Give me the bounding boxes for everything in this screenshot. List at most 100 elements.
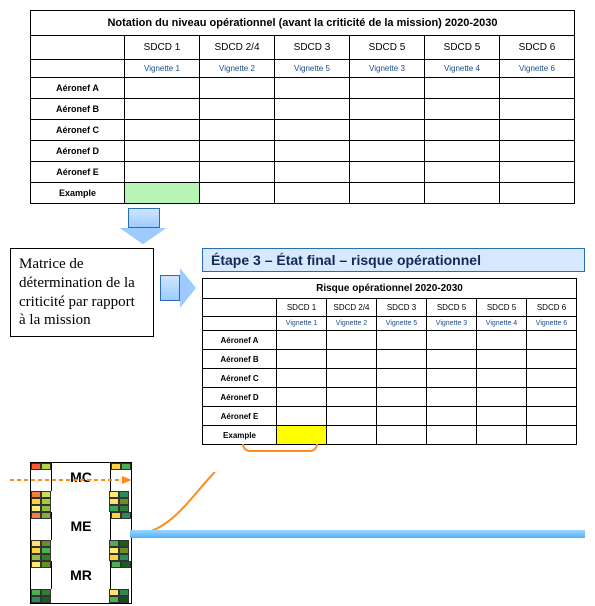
cell (427, 426, 477, 445)
table-row: Aéronef A (31, 78, 575, 99)
cell (277, 350, 327, 369)
cell (425, 183, 500, 204)
cell (277, 407, 327, 426)
row-header: Aéronef D (203, 388, 277, 407)
cell (427, 331, 477, 350)
cell (527, 369, 577, 388)
row-header: Aéronef B (31, 99, 125, 120)
cell (500, 99, 575, 120)
row-header: Aéronef A (31, 78, 125, 99)
table-row: Aéronef B (31, 99, 575, 120)
cell (277, 426, 327, 445)
cell (275, 99, 350, 120)
cell (275, 78, 350, 99)
arrow-down-icon (120, 208, 585, 244)
cell (500, 120, 575, 141)
table-row: Aéronef D (203, 388, 577, 407)
row-header: Aéronef B (203, 350, 277, 369)
table-row: Example (31, 183, 575, 204)
criticality-level-label: MC (51, 463, 111, 491)
cell (327, 407, 377, 426)
step3-title: Étape 3 – État final – risque opérationn… (202, 248, 585, 272)
table-row: Aéronef C (31, 120, 575, 141)
cell (277, 331, 327, 350)
cell (425, 141, 500, 162)
cell (350, 99, 425, 120)
table-row: Aéronef C (203, 369, 577, 388)
cell (327, 388, 377, 407)
cell (500, 78, 575, 99)
cell (277, 388, 327, 407)
cell (350, 141, 425, 162)
cell (350, 120, 425, 141)
cell (275, 141, 350, 162)
table1-title: Notation du niveau opérationnel (avant l… (31, 11, 575, 36)
cell (477, 407, 527, 426)
table-row: Aéronef E (31, 162, 575, 183)
cell (275, 162, 350, 183)
table2-col-headers: SDCD 1SDCD 2/4SDCD 3 SDCD 5SDCD 5SDCD 6 (203, 299, 577, 317)
cell (125, 78, 200, 99)
cell (477, 426, 527, 445)
table2-vignette-row: Vignette 1Vignette 2Vignette 5 Vignette … (203, 317, 577, 331)
cell (427, 407, 477, 426)
cell (477, 369, 527, 388)
criticality-level-label: MR (51, 561, 111, 589)
table1-vignette-row: Vignette 1Vignette 2Vignette 5 Vignette … (31, 60, 575, 78)
table-row: Aéronef E (203, 407, 577, 426)
criticality-matrix-label: Matrice de détermination de la criticité… (10, 248, 154, 337)
example-bracket-icon (242, 444, 318, 452)
cell (327, 350, 377, 369)
cell (527, 331, 577, 350)
cell (527, 350, 577, 369)
criticality-level-label: ME (51, 512, 111, 540)
cell (477, 350, 527, 369)
cell (427, 369, 477, 388)
row-header: Aéronef D (31, 141, 125, 162)
row-header: Aéronef E (203, 407, 277, 426)
cell (200, 183, 275, 204)
cell (377, 331, 427, 350)
cell (377, 369, 427, 388)
cell (275, 183, 350, 204)
table-row: Aéronef B (203, 350, 577, 369)
cell (125, 141, 200, 162)
cell (425, 162, 500, 183)
cell (125, 120, 200, 141)
cell (427, 388, 477, 407)
cell (125, 162, 200, 183)
cell (277, 369, 327, 388)
cell (500, 141, 575, 162)
cell (350, 183, 425, 204)
cell (527, 426, 577, 445)
arrow-right-icon (160, 268, 196, 308)
row-header: Aéronef E (31, 162, 125, 183)
table-row: Aéronef A (203, 331, 577, 350)
cell (477, 388, 527, 407)
row-header: Example (203, 426, 277, 445)
blue-underline-bar (130, 530, 585, 538)
row-header: Aéronef C (31, 120, 125, 141)
cell (377, 388, 427, 407)
cell (200, 162, 275, 183)
cell (275, 120, 350, 141)
cell (427, 350, 477, 369)
cell (125, 99, 200, 120)
criticality-color-grid: MC ME MR (30, 462, 132, 604)
table2-title: Risque opérationnel 2020-2030 (203, 279, 577, 299)
cell (125, 183, 200, 204)
operational-level-table: Notation du niveau opérationnel (avant l… (30, 10, 575, 204)
cell (350, 162, 425, 183)
cell (477, 331, 527, 350)
cell (327, 331, 377, 350)
cell (200, 99, 275, 120)
cell (200, 78, 275, 99)
cell (500, 162, 575, 183)
cell (200, 141, 275, 162)
cell (377, 350, 427, 369)
cell (327, 426, 377, 445)
cell (200, 120, 275, 141)
cell (425, 120, 500, 141)
table-row: Example (203, 426, 577, 445)
cell (377, 407, 427, 426)
